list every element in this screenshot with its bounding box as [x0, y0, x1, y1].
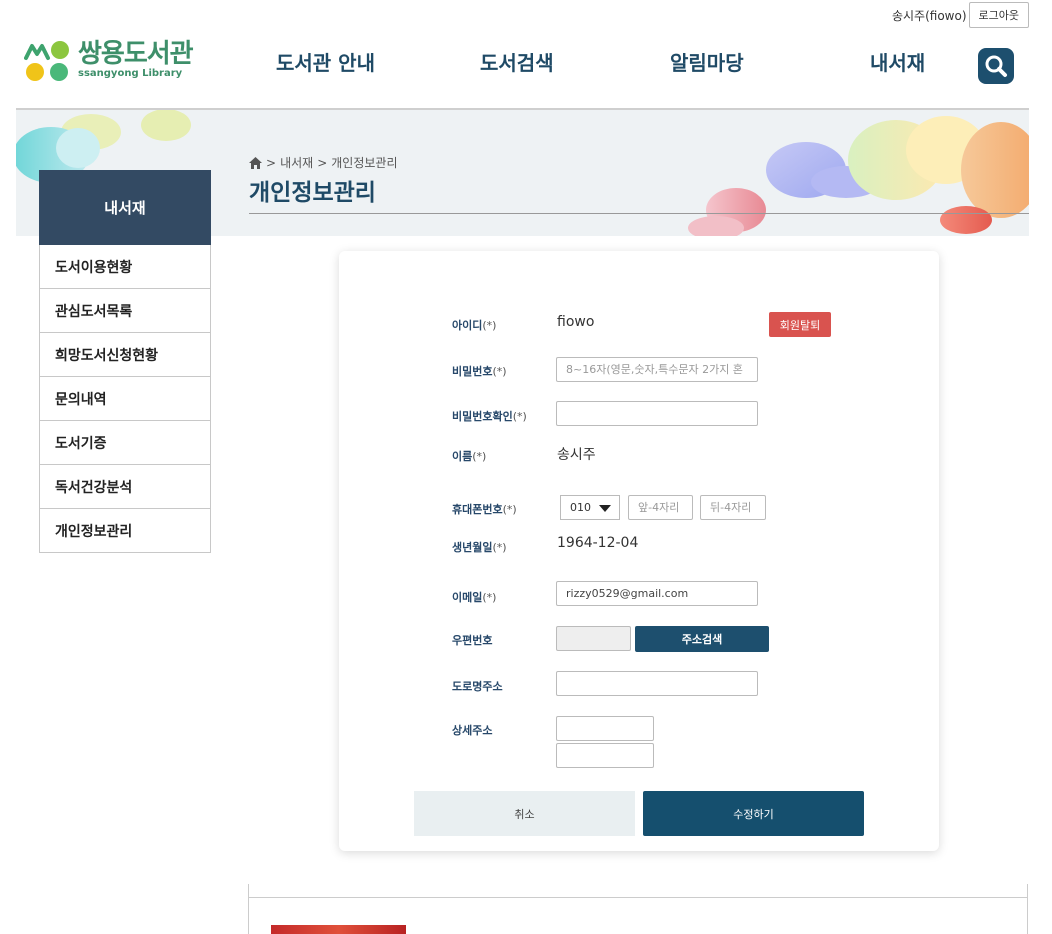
phone-middle-input[interactable] [628, 495, 693, 520]
phone-prefix-value: 010 [570, 501, 591, 514]
sidebar-item-reading-health[interactable]: 독서건강분석 [39, 465, 211, 509]
nav-notice[interactable]: 알림마당 [670, 47, 744, 76]
birth-value: 1964-12-04 [557, 535, 639, 551]
sidebar: 내서재 도서이용현황 관심도서목록 희망도서신청현황 문의내역 도서기증 독서건… [39, 170, 211, 553]
nav-my-library[interactable]: 내서재 [870, 47, 925, 76]
name-value: 송시주 [557, 447, 596, 463]
zip-label: 우편번호 [452, 634, 493, 647]
search-button[interactable] [978, 48, 1014, 84]
breadcrumb-separator: > [266, 155, 277, 170]
password-confirm-label: 비밀번호확인(*) [452, 410, 527, 423]
phone-last-input[interactable] [700, 495, 766, 520]
home-icon[interactable] [249, 156, 262, 169]
name-label: 이름(*) [452, 450, 487, 463]
sidebar-item-inquiries[interactable]: 문의내역 [39, 377, 211, 421]
detail-address-label: 상세주소 [452, 724, 493, 737]
breadcrumb-separator: > [317, 155, 328, 170]
withdraw-button[interactable]: 회원탈퇴 [769, 312, 831, 337]
bottom-divider [249, 897, 1027, 898]
search-icon [985, 55, 1007, 77]
email-label: 이메일(*) [452, 591, 497, 604]
zip-input[interactable] [556, 626, 631, 651]
main-nav: 도서관 안내 도서검색 알림마당 내서재 [0, 47, 1052, 77]
phone-prefix-select[interactable]: 010 [560, 495, 620, 520]
page-title: 개인정보관리 [249, 180, 376, 206]
password-label: 비밀번호(*) [452, 365, 507, 378]
breadcrumb: > 내서재 > 개인정보관리 [249, 154, 398, 171]
birth-label: 생년월일(*) [452, 541, 507, 554]
sidebar-item-usage[interactable]: 도서이용현황 [39, 245, 211, 289]
detail-address-input-1[interactable] [556, 716, 654, 741]
logout-button[interactable]: 로그아웃 [968, 2, 1029, 28]
user-name: 송시주(fiowo) [891, 8, 967, 23]
bottom-thumbnail-image[interactable] [271, 925, 406, 934]
password-input[interactable] [556, 357, 758, 382]
detail-address-input-2[interactable] [556, 743, 654, 768]
cancel-button[interactable]: 취소 [414, 791, 635, 836]
breadcrumb-item[interactable]: 개인정보관리 [331, 154, 397, 171]
sidebar-heading: 내서재 [39, 170, 211, 245]
address-search-button[interactable]: 주소검색 [635, 626, 769, 652]
user-bar: 송시주(fiowo) 로그아웃 [892, 2, 1029, 28]
title-divider [249, 213, 1029, 214]
phone-label: 휴대폰번호(*) [452, 503, 517, 516]
email-input[interactable] [556, 581, 758, 606]
sidebar-item-donation[interactable]: 도서기증 [39, 421, 211, 465]
sidebar-item-profile[interactable]: 개인정보관리 [39, 509, 211, 553]
breadcrumb-item[interactable]: 내서재 [280, 154, 313, 171]
submit-button[interactable]: 수정하기 [643, 791, 864, 836]
chevron-down-icon [599, 505, 611, 512]
road-address-input[interactable] [556, 671, 758, 696]
nav-library-info[interactable]: 도서관 안내 [276, 47, 375, 76]
sidebar-item-favorites[interactable]: 관심도서목록 [39, 289, 211, 333]
password-confirm-input[interactable] [556, 401, 758, 426]
id-label: 아이디(*) [452, 319, 497, 332]
sidebar-item-requests[interactable]: 희망도서신청현황 [39, 333, 211, 377]
road-address-label: 도로명주소 [452, 680, 503, 693]
id-value: fiowo [557, 314, 595, 330]
nav-book-search[interactable]: 도서검색 [480, 47, 554, 76]
